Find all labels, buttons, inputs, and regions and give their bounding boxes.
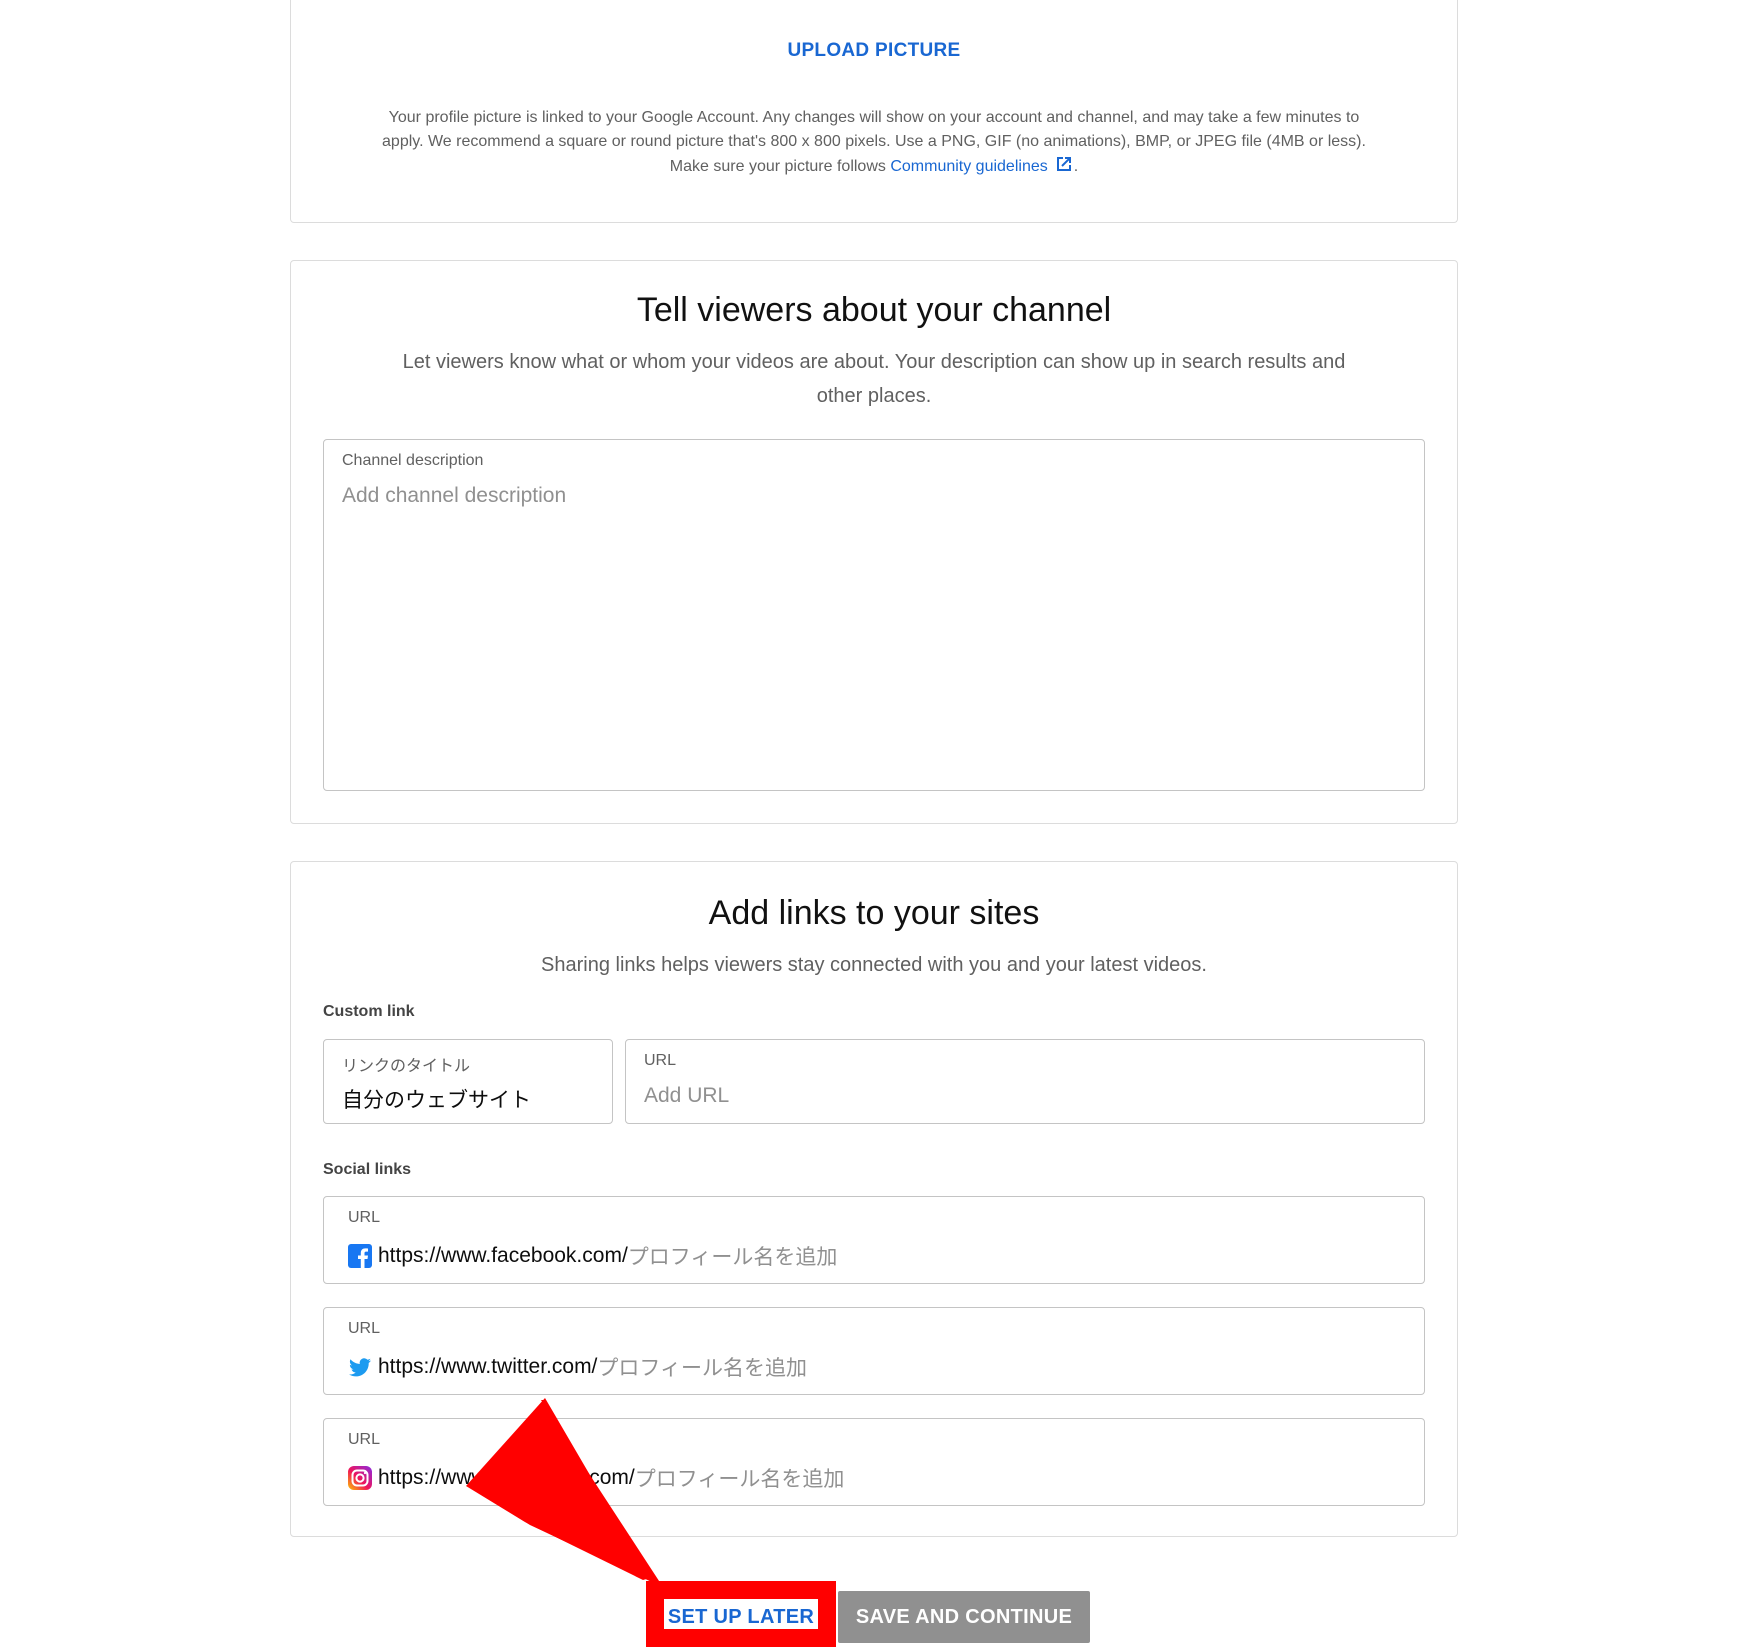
facebook-icon xyxy=(348,1244,372,1268)
twitter-url-placeholder: プロフィール名を追加 xyxy=(597,1357,807,1380)
twitter-url-input[interactable]: https://www.twitter.com/プロフィール名を追加 xyxy=(348,1352,807,1382)
links-subtitle: Sharing links helps viewers stay connect… xyxy=(541,954,1207,976)
picture-help-line: Make sure your picture follows Community… xyxy=(325,154,1423,179)
picture-help-line: Your profile picture is linked to your G… xyxy=(388,109,1360,126)
twitter-icon xyxy=(349,1358,371,1377)
open-in-new-icon xyxy=(1056,157,1071,171)
link-url-label: URL xyxy=(644,1052,677,1069)
save-and-continue-button[interactable]: SAVE AND CONTINUE xyxy=(838,1591,1090,1643)
facebook-url-input[interactable]: https://www.facebook.com/プロフィール名を追加 xyxy=(348,1241,837,1271)
instagram-icon xyxy=(348,1466,372,1490)
about-subtitle: Let viewers know what or whom your video… xyxy=(402,351,1346,407)
twitter-url-prefix: https://www.twitter.com/ xyxy=(378,1355,598,1378)
set-up-later-button[interactable]: SET UP LATER xyxy=(646,1591,836,1643)
link-url-input[interactable]: Add URL xyxy=(644,1084,729,1108)
link-title-label: リンクのタイトル xyxy=(342,1058,471,1075)
community-guidelines-link[interactable]: Community guidelines xyxy=(890,157,1073,175)
link-title-field[interactable]: リンクのタイトル 自分のウェブサイト xyxy=(323,1039,613,1124)
twitter-url-field[interactable]: URL https://www.twitter.com/プロフィール名を追加 xyxy=(323,1307,1425,1395)
links-title: Add links to your sites xyxy=(708,894,1040,932)
community-guidelines-link-label: Community guidelines xyxy=(890,158,1048,175)
picture-help-line-suffix: . xyxy=(1073,158,1079,175)
link-url-field[interactable]: URL Add URL xyxy=(625,1039,1425,1124)
social-links-label: Social links xyxy=(323,1161,412,1178)
custom-link-label: Custom link xyxy=(323,1003,415,1020)
facebook-url-prefix: https://www.facebook.com/ xyxy=(378,1244,628,1267)
twitter-url-label: URL xyxy=(348,1320,381,1337)
instagram-url-input[interactable]: https://www.instagram.com/プロフィール名を追加 xyxy=(348,1463,844,1493)
site-links-card: Add links to your sites Sharing links he… xyxy=(290,861,1458,1537)
channel-about-card: Tell viewers about your channel Let view… xyxy=(290,260,1458,824)
about-title: Tell viewers about your channel xyxy=(636,291,1112,329)
facebook-url-label: URL xyxy=(348,1209,381,1226)
upload-picture-button[interactable]: UPLOAD PICTURE xyxy=(291,40,1457,62)
facebook-url-field[interactable]: URL https://www.facebook.com/プロフィール名を追加 xyxy=(323,1196,1425,1284)
picture-help-line-prefix: Make sure your picture follows xyxy=(669,158,891,175)
channel-description-label: Channel description xyxy=(342,452,484,469)
instagram-url-prefix: https://www.instagram.com/ xyxy=(378,1466,635,1489)
channel-description-field[interactable]: Channel description Add channel descript… xyxy=(323,439,1425,791)
picture-help-line: apply. We recommend a square or round pi… xyxy=(382,133,1366,150)
instagram-url-label: URL xyxy=(348,1431,381,1448)
profile-picture-card: UPLOAD PICTURE Your profile picture is l… xyxy=(290,0,1458,223)
link-title-input[interactable]: 自分のウェブサイト xyxy=(342,1084,531,1114)
channel-description-input[interactable]: Add channel description xyxy=(342,484,566,508)
picture-help-text: Your profile picture is linked to your G… xyxy=(325,106,1423,179)
facebook-url-placeholder: プロフィール名を追加 xyxy=(627,1246,838,1269)
instagram-url-field[interactable]: URL https://www.instagram.com/プロフィール名を追加 xyxy=(323,1418,1425,1506)
instagram-url-placeholder: プロフィール名を追加 xyxy=(634,1468,845,1491)
